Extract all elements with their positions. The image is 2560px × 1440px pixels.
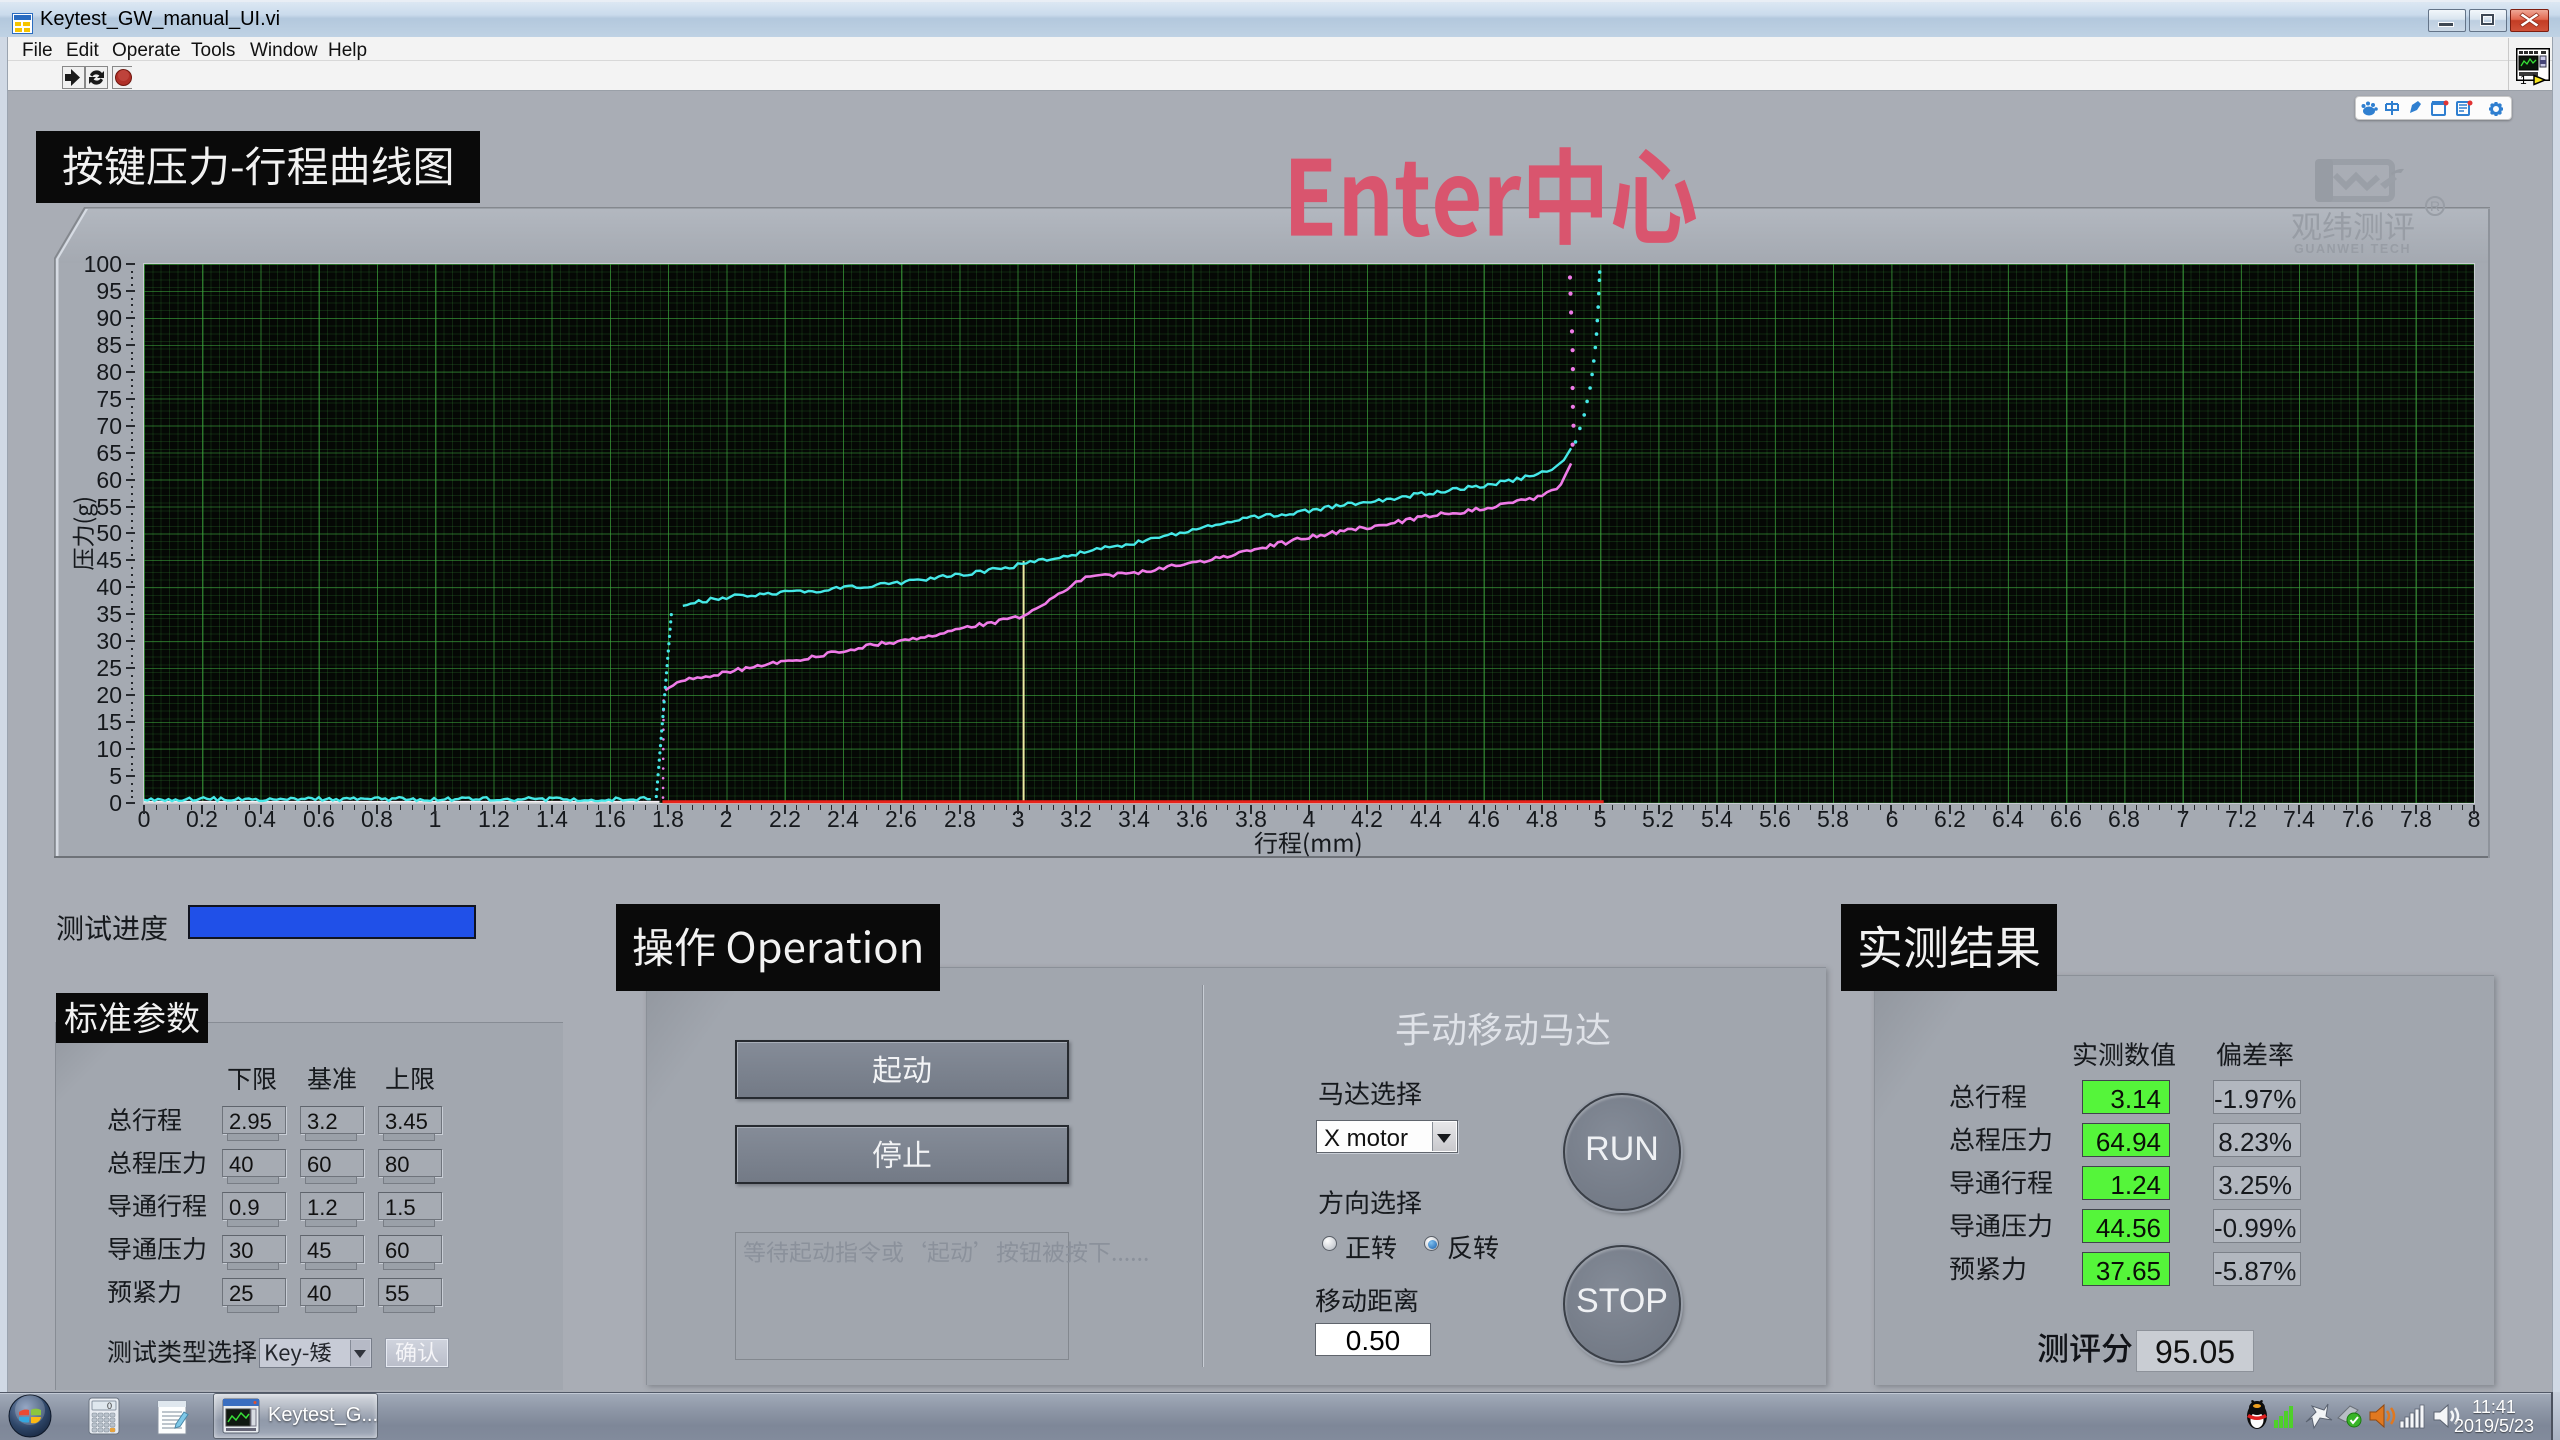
- svg-text:0: 0: [107, 1401, 112, 1411]
